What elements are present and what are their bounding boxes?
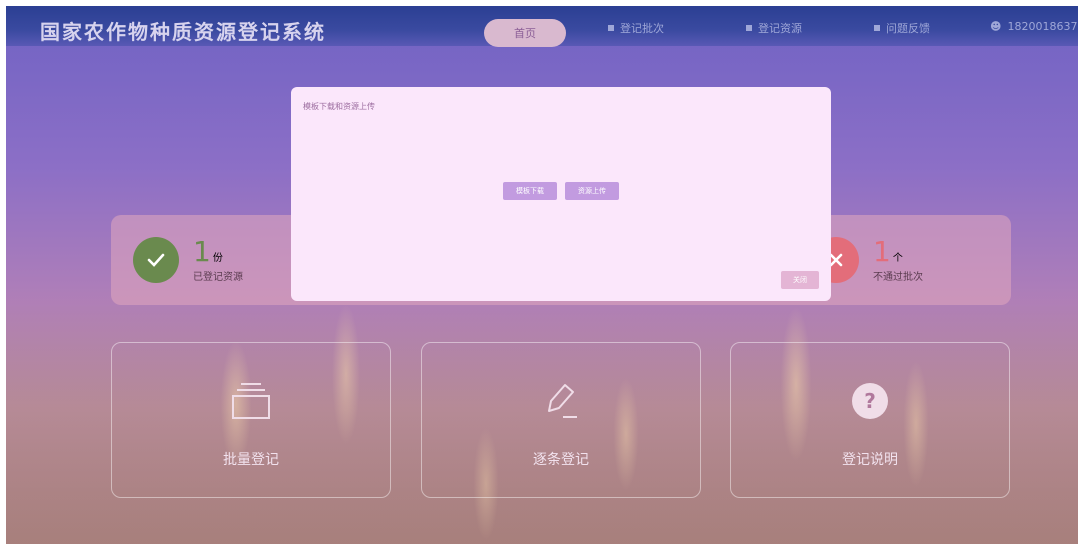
nav-batches[interactable]: 登记批次 (608, 20, 664, 36)
svg-text:?: ? (864, 389, 876, 413)
stat-rejected-unit: 个 (892, 252, 903, 264)
upload-dialog: 模板下载和资源上传 模板下载 资源上传 关闭 (291, 87, 831, 301)
card-batch-register[interactable]: 批量登记 (111, 342, 391, 498)
close-button[interactable]: 关闭 (781, 271, 819, 289)
card-single-register-label: 逐条登记 (533, 452, 589, 468)
stat-registered-label: 已登记资源 (193, 271, 243, 283)
top-navigation-bar: 国家农作物种质资源登记系统 首页 登记批次 登记资源 问题反馈 ☻ 182001… (6, 6, 1078, 47)
stat-rejected-value: 1 (873, 234, 891, 268)
card-batch-register-label: 批量登记 (223, 452, 279, 468)
dialog-title: 模板下载和资源上传 (303, 102, 375, 111)
check-icon (133, 237, 179, 283)
stat-registered: 1份 已登记资源 (133, 215, 243, 305)
card-register-help[interactable]: ? 登记说明 (730, 342, 1010, 498)
chat-icon (874, 25, 880, 31)
user-phone: 18200186374 (1007, 20, 1078, 33)
card-register-help-label: 登记说明 (842, 452, 898, 468)
page: 国家农作物种质资源登记系统 首页 登记批次 登记资源 问题反馈 ☻ 182001… (6, 6, 1078, 544)
nav-home-label: 首页 (514, 27, 536, 40)
question-icon: ? (848, 381, 892, 425)
nav-feedback-label: 问题反馈 (886, 22, 930, 35)
nav-batches-label: 登记批次 (620, 22, 664, 35)
file-icon (746, 25, 752, 31)
user-icon: ☻ (990, 20, 1002, 33)
stack-icon (229, 381, 273, 425)
resource-upload-button[interactable]: 资源上传 (565, 182, 619, 200)
pen-icon (539, 381, 583, 425)
stat-registered-value: 1 (193, 234, 211, 268)
template-download-button[interactable]: 模板下载 (503, 182, 557, 200)
list-icon (608, 25, 614, 31)
stat-rejected-label: 不通过批次 (873, 271, 923, 283)
nav-home[interactable]: 首页 (484, 19, 566, 47)
nav-resources[interactable]: 登记资源 (746, 20, 802, 36)
stat-registered-unit: 份 (212, 252, 223, 264)
nav-resources-label: 登记资源 (758, 22, 802, 35)
user-menu[interactable]: ☻ 18200186374 ⌄ (990, 20, 1078, 33)
nav-feedback[interactable]: 问题反馈 (874, 20, 930, 36)
system-title: 国家农作物种质资源登记系统 (40, 20, 326, 44)
card-single-register[interactable]: 逐条登记 (421, 342, 701, 498)
